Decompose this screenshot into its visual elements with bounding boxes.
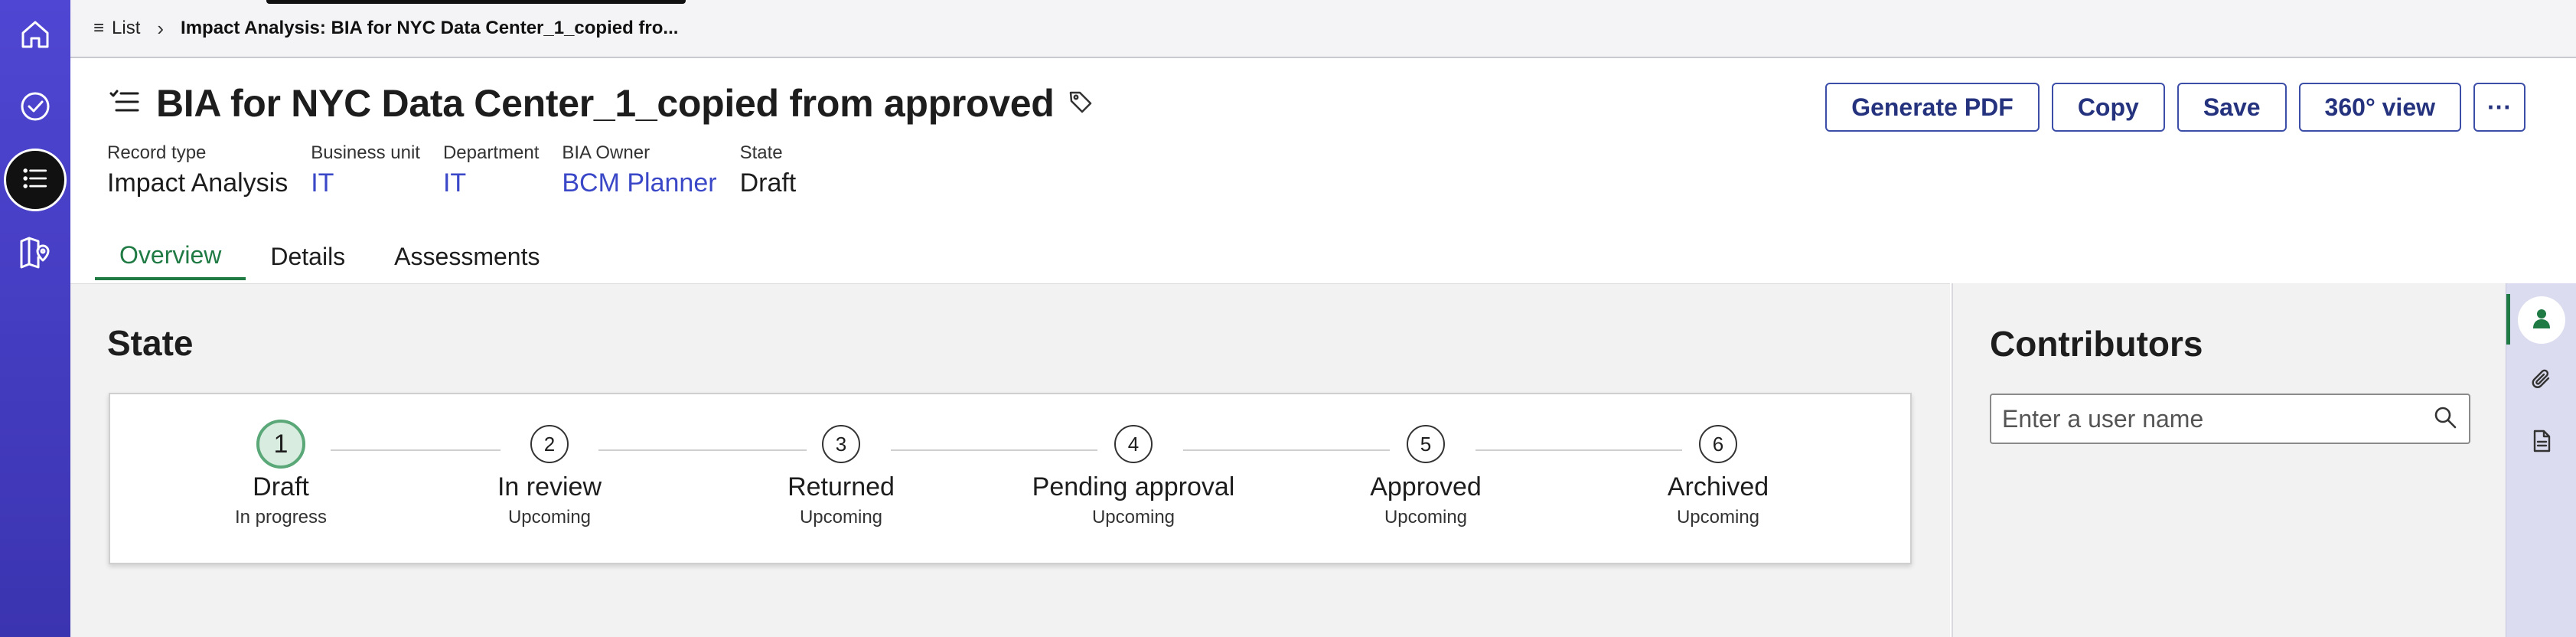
state-section-title: State	[107, 323, 194, 363]
contributors-tool-button[interactable]	[2506, 289, 2576, 351]
step-name: Returned	[787, 472, 895, 501]
documents-tool-button[interactable]	[2506, 412, 2576, 473]
meta-value: Draft	[739, 168, 797, 198]
record-meta: Record type Impact Analysis Business uni…	[107, 142, 796, 198]
state-stepper: 1 Draft In progress 2 In review Upcoming…	[110, 394, 1910, 563]
step-status: Upcoming	[1384, 507, 1468, 528]
save-button[interactable]: Save	[2177, 83, 2287, 132]
breadcrumb-list-link[interactable]: ≡ List	[93, 18, 140, 39]
breadcrumb-current: Impact Analysis: BIA for NYC Data Center…	[181, 18, 679, 38]
tab-details[interactable]: Details	[246, 233, 370, 280]
tasks-nav-button[interactable]	[0, 72, 70, 144]
step-name: Archived	[1667, 472, 1769, 501]
step-number: 5	[1407, 425, 1445, 463]
generate-pdf-button[interactable]: Generate PDF	[1825, 83, 2040, 132]
bia-owner-link[interactable]: BCM Planner	[562, 168, 716, 198]
meta-state: State Draft	[740, 142, 797, 198]
home-nav-button[interactable]	[0, 0, 70, 72]
user-search-input[interactable]	[2002, 404, 2432, 433]
copy-button[interactable]: Copy	[2051, 83, 2165, 132]
state-card: 1 Draft In progress 2 In review Upcoming…	[109, 393, 1912, 564]
step-status: Upcoming	[507, 507, 592, 528]
meta-department: Department IT	[443, 142, 539, 198]
map-nav-button[interactable]	[0, 217, 70, 289]
step-number: 3	[822, 425, 860, 463]
active-window-indicator	[266, 0, 686, 4]
step-returned: 3 Returned Upcoming	[726, 425, 956, 528]
meta-record-type: Record type Impact Analysis	[107, 142, 288, 198]
more-actions-button[interactable]: ···	[2473, 83, 2525, 132]
step-status: Upcoming	[799, 507, 883, 528]
step-status: In progress	[234, 507, 328, 528]
overview-content: State 1 Draft In progress 2 In review Up…	[70, 283, 1950, 637]
tab-assessments[interactable]: Assessments	[370, 233, 564, 280]
tab-overview[interactable]: Overview	[95, 233, 246, 280]
step-archived: 6 Archived Upcoming	[1603, 425, 1833, 528]
meta-label: Department	[442, 142, 540, 163]
tag-icon[interactable]	[1068, 89, 1094, 119]
step-status: Upcoming	[1676, 507, 1760, 528]
home-icon	[17, 16, 54, 57]
department-link[interactable]: IT	[443, 168, 539, 198]
record-tabs: Overview Details Assessments	[95, 233, 564, 283]
step-number: 1	[256, 420, 305, 469]
checklist-icon	[107, 84, 142, 123]
meta-business-unit: Business unit IT	[311, 142, 420, 198]
person-icon	[2529, 305, 2555, 335]
search-icon[interactable]	[2432, 404, 2458, 434]
step-number: 6	[1699, 425, 1737, 463]
step-name: In review	[497, 472, 602, 501]
list-icon	[18, 162, 52, 199]
meta-label: State	[739, 142, 783, 163]
page-title: BIA for NYC Data Center_1_copied from ap…	[156, 82, 1055, 125]
business-unit-link[interactable]: IT	[311, 168, 420, 198]
breadcrumb: ≡ List › Impact Analysis: BIA for NYC Da…	[70, 0, 2576, 58]
paperclip-icon	[2529, 367, 2555, 397]
meta-label: Business unit	[311, 142, 420, 163]
check-circle-icon	[17, 88, 54, 129]
breadcrumb-list-label: List	[112, 18, 141, 38]
header-actions: Generate PDF Copy Save 360° view ···	[1825, 83, 2525, 132]
step-name: Draft	[253, 472, 309, 501]
contributors-panel: Contributors	[1952, 283, 2506, 637]
step-pending-approval: 4 Pending approval Upcoming	[1019, 425, 1248, 528]
list-nav-button[interactable]	[0, 144, 70, 216]
app-rail	[0, 0, 70, 637]
map-pin-book-icon	[17, 234, 54, 274]
meta-label: Record type	[107, 142, 207, 163]
step-in-review: 2 In review Upcoming	[435, 425, 664, 528]
record-header: BIA for NYC Data Center_1_copied from ap…	[70, 60, 2576, 283]
meta-bia-owner: BIA Owner BCM Planner	[562, 142, 716, 198]
contributors-title: Contributors	[1990, 324, 2203, 364]
step-approved: 5 Approved Upcoming	[1311, 425, 1541, 528]
step-name: Pending approval	[1032, 472, 1235, 501]
meta-value: Impact Analysis	[107, 168, 289, 198]
view-360-button[interactable]: 360° view	[2298, 83, 2461, 132]
attachments-tool-button[interactable]	[2506, 351, 2576, 412]
step-status: Upcoming	[1091, 507, 1176, 528]
user-search-box	[1990, 394, 2470, 444]
step-number: 2	[530, 425, 569, 463]
menu-lines-icon: ≡	[93, 18, 105, 38]
step-number: 4	[1114, 425, 1153, 463]
document-icon	[2529, 428, 2555, 458]
meta-label: BIA Owner	[562, 142, 651, 163]
step-name: Approved	[1370, 472, 1482, 501]
step-draft: 1 Draft In progress	[166, 420, 396, 528]
side-tools	[2506, 283, 2576, 637]
chevron-right-icon: ›	[157, 16, 165, 40]
